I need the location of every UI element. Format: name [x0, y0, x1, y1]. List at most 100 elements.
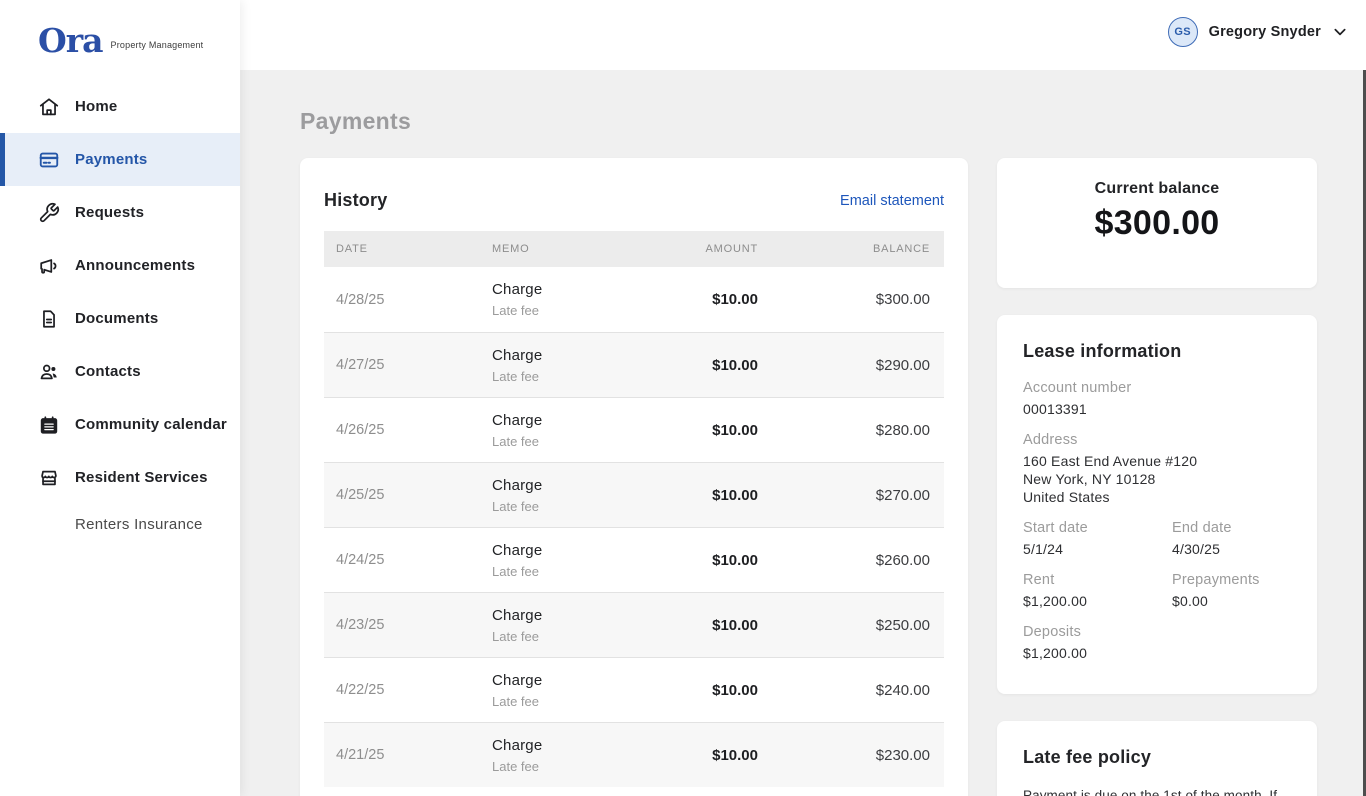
sidebar-item-label: Documents: [75, 310, 158, 327]
lease-information-card: Lease information Account number 0001339…: [997, 315, 1317, 694]
row-date: 4/22/25: [324, 682, 480, 698]
current-balance-amount: $300.00: [997, 204, 1317, 243]
sidebar-item-label: Renters Insurance: [75, 516, 203, 533]
brand-logo: Ora Property Management: [0, 0, 240, 62]
row-memo-type: Charge: [492, 477, 668, 494]
row-memo-detail: Late fee: [492, 303, 668, 318]
end-date-field: End date 4/30/25: [1172, 520, 1291, 558]
sidebar-nav: Home Payments Requests: [0, 80, 240, 544]
start-date-label: Start date: [1023, 520, 1172, 536]
address-line3: United States: [1023, 488, 1291, 506]
row-amount: $10.00: [680, 682, 770, 699]
current-balance-title: Current balance: [997, 180, 1317, 198]
sidebar-item-contacts[interactable]: Contacts: [0, 345, 240, 398]
row-memo: Charge Late fee: [480, 347, 680, 384]
row-memo-detail: Late fee: [492, 629, 668, 644]
deposits-field: Deposits $1,200.00: [1023, 624, 1291, 662]
account-number-value: 00013391: [1023, 400, 1291, 418]
prepayments-field: Prepayments $0.00: [1172, 572, 1291, 610]
column-header-memo: MEMO: [480, 243, 680, 255]
row-memo: Charge Late fee: [480, 477, 680, 514]
row-memo-detail: Late fee: [492, 564, 668, 579]
top-bar: GS Gregory Snyder: [240, 0, 1366, 70]
row-memo: Charge Late fee: [480, 737, 680, 774]
column-header-balance: BALANCE: [770, 243, 942, 255]
calendar-icon: [37, 413, 60, 436]
sidebar-item-payments[interactable]: Payments: [0, 133, 240, 186]
row-memo-type: Charge: [492, 737, 668, 754]
start-date-value: 5/1/24: [1023, 540, 1172, 558]
main-content: Payments History Email statement DATE ME…: [240, 70, 1366, 796]
row-memo-type: Charge: [492, 347, 668, 364]
sidebar-item-label: Contacts: [75, 363, 141, 380]
table-row: 4/24/25 Charge Late fee $10.00 $260.00: [324, 527, 944, 592]
sidebar-item-documents[interactable]: Documents: [0, 292, 240, 345]
late-fee-policy-card: Late fee policy Payment is due on the 1s…: [997, 721, 1317, 796]
deposits-label: Deposits: [1023, 624, 1291, 640]
table-row: 4/26/25 Charge Late fee $10.00 $280.00: [324, 397, 944, 462]
row-balance: $240.00: [770, 682, 942, 699]
sidebar-item-label: Requests: [75, 204, 144, 221]
megaphone-icon: [37, 254, 60, 277]
rent-value: $1,200.00: [1023, 592, 1172, 610]
sidebar-item-requests[interactable]: Requests: [0, 186, 240, 239]
row-memo: Charge Late fee: [480, 412, 680, 449]
document-icon: [37, 307, 60, 330]
row-amount: $10.00: [680, 291, 770, 308]
table-row: 4/22/25 Charge Late fee $10.00 $240.00: [324, 657, 944, 722]
sidebar-item-renters-insurance[interactable]: Renters Insurance: [0, 504, 240, 544]
column-header-amount: AMOUNT: [680, 243, 770, 255]
history-card: History Email statement DATE MEMO AMOUNT…: [300, 158, 968, 796]
row-memo: Charge Late fee: [480, 672, 680, 709]
sidebar-item-announcements[interactable]: Announcements: [0, 239, 240, 292]
row-date: 4/26/25: [324, 422, 480, 438]
row-memo-type: Charge: [492, 281, 668, 298]
row-date: 4/25/25: [324, 487, 480, 503]
table-row: 4/21/25 Charge Late fee $10.00 $230.00: [324, 722, 944, 787]
people-icon: [37, 360, 60, 383]
sidebar-item-home[interactable]: Home: [0, 80, 240, 133]
end-date-label: End date: [1172, 520, 1291, 536]
row-memo: Charge Late fee: [480, 607, 680, 644]
address-line2: New York, NY 10128: [1023, 470, 1291, 488]
end-date-value: 4/30/25: [1172, 540, 1291, 558]
chevron-down-icon: [1332, 24, 1348, 40]
row-date: 4/24/25: [324, 552, 480, 568]
prepayments-value: $0.00: [1172, 592, 1291, 610]
right-column: Current balance $300.00 Lease informatio…: [997, 158, 1317, 796]
sidebar-item-resident-services[interactable]: Resident Services: [0, 451, 240, 504]
storefront-icon: [37, 466, 60, 489]
history-table-body: 4/28/25 Charge Late fee $10.00 $300.00 4…: [324, 267, 944, 787]
sidebar: Ora Property Management Home Payments: [0, 0, 240, 796]
row-balance: $280.00: [770, 422, 942, 439]
row-amount: $10.00: [680, 747, 770, 764]
row-balance: $250.00: [770, 617, 942, 634]
rent-field: Rent $1,200.00: [1023, 572, 1172, 610]
sidebar-item-label: Payments: [75, 151, 147, 168]
row-memo-detail: Late fee: [492, 694, 668, 709]
wrench-icon: [37, 201, 60, 224]
row-amount: $10.00: [680, 617, 770, 634]
row-date: 4/28/25: [324, 292, 480, 308]
sidebar-item-label: Announcements: [75, 257, 195, 274]
row-date: 4/23/25: [324, 617, 480, 633]
user-menu[interactable]: GS Gregory Snyder: [1168, 17, 1348, 47]
row-memo-type: Charge: [492, 607, 668, 624]
row-date: 4/27/25: [324, 357, 480, 373]
row-memo-type: Charge: [492, 542, 668, 559]
rent-label: Rent: [1023, 572, 1172, 588]
row-memo: Charge Late fee: [480, 281, 680, 318]
table-row: 4/25/25 Charge Late fee $10.00 $270.00: [324, 462, 944, 527]
home-icon: [37, 95, 60, 118]
email-statement-link[interactable]: Email statement: [840, 193, 944, 209]
row-memo-type: Charge: [492, 412, 668, 429]
sidebar-item-community-calendar[interactable]: Community calendar: [0, 398, 240, 451]
column-header-date: DATE: [324, 243, 480, 255]
row-memo-type: Charge: [492, 672, 668, 689]
account-number-field: Account number 00013391: [1023, 380, 1291, 418]
sidebar-item-label: Resident Services: [75, 469, 208, 486]
history-title: History: [324, 190, 387, 211]
brand-logo-text: Ora: [38, 24, 103, 57]
user-name: Gregory Snyder: [1209, 24, 1321, 40]
row-balance: $270.00: [770, 487, 942, 504]
